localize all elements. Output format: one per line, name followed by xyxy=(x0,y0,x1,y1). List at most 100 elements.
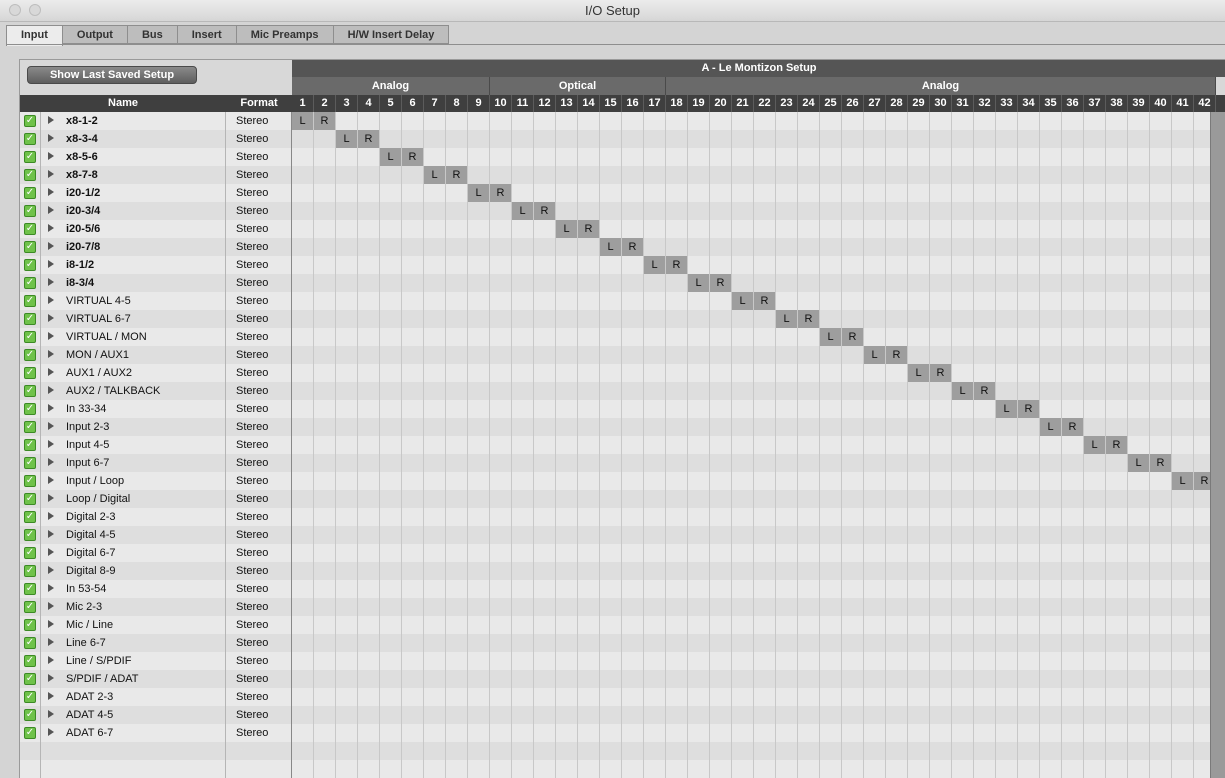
grid-cell[interactable] xyxy=(798,562,820,580)
grid-cell[interactable] xyxy=(600,490,622,508)
grid-cell[interactable] xyxy=(1172,274,1194,292)
path-format[interactable]: Stereo xyxy=(226,562,292,580)
grid-cell[interactable] xyxy=(578,544,600,562)
grid-cell[interactable] xyxy=(996,616,1018,634)
grid-cell[interactable] xyxy=(908,382,930,400)
grid-cell[interactable] xyxy=(688,220,710,238)
grid-cell[interactable] xyxy=(1128,238,1150,256)
grid-cell[interactable] xyxy=(380,256,402,274)
grid-cell[interactable] xyxy=(666,310,688,328)
grid-cell[interactable] xyxy=(336,706,358,724)
grid-cell[interactable] xyxy=(1062,310,1084,328)
grid-cell[interactable] xyxy=(776,112,798,130)
grid-cell[interactable] xyxy=(1062,454,1084,472)
grid-cell[interactable] xyxy=(446,688,468,706)
grid-cell[interactable] xyxy=(578,328,600,346)
path-name[interactable]: i8-1/2 xyxy=(66,256,94,274)
grid-cell[interactable] xyxy=(1150,400,1172,418)
grid-cell[interactable] xyxy=(798,400,820,418)
grid-cell[interactable] xyxy=(1150,310,1172,328)
grid-cell[interactable] xyxy=(776,400,798,418)
grid-cell[interactable] xyxy=(908,418,930,436)
grid-cell[interactable] xyxy=(1128,652,1150,670)
grid-cell[interactable] xyxy=(512,364,534,382)
grid-cell[interactable] xyxy=(886,418,908,436)
grid-cell[interactable] xyxy=(424,346,446,364)
grid-cell[interactable] xyxy=(732,634,754,652)
grid-cell[interactable] xyxy=(1106,112,1128,130)
path-row[interactable]: ✓ i20-5/6 Stereo L R xyxy=(20,220,1216,238)
grid-cell[interactable] xyxy=(556,436,578,454)
path-active-checkbox[interactable]: ✓ xyxy=(24,493,36,505)
grid-cell[interactable] xyxy=(930,184,952,202)
grid-cell[interactable] xyxy=(292,454,314,472)
grid-cell[interactable] xyxy=(1106,634,1128,652)
grid-cell[interactable] xyxy=(1128,724,1150,742)
grid-cell[interactable] xyxy=(974,112,996,130)
grid-cell[interactable] xyxy=(534,526,556,544)
grid-cell[interactable] xyxy=(842,166,864,184)
grid-cell[interactable] xyxy=(1128,616,1150,634)
grid-cell[interactable] xyxy=(930,274,952,292)
channel-assignment-right[interactable]: R xyxy=(402,148,424,166)
grid-cell[interactable] xyxy=(732,418,754,436)
grid-cell[interactable] xyxy=(1128,562,1150,580)
grid-cell[interactable] xyxy=(534,292,556,310)
grid-cell[interactable] xyxy=(644,382,666,400)
path-format[interactable]: Stereo xyxy=(226,346,292,364)
grid-cell[interactable] xyxy=(534,220,556,238)
grid-cell[interactable] xyxy=(710,346,732,364)
grid-cell[interactable] xyxy=(490,472,512,490)
grid-cell[interactable] xyxy=(512,238,534,256)
channel-assignment-left[interactable]: L xyxy=(820,328,842,346)
grid-cell[interactable] xyxy=(732,652,754,670)
grid-cell[interactable] xyxy=(622,382,644,400)
channel-assignment-right[interactable]: R xyxy=(666,256,688,274)
channel-assignment-right[interactable]: R xyxy=(1150,454,1172,472)
grid-cell[interactable] xyxy=(842,544,864,562)
grid-cell[interactable] xyxy=(468,400,490,418)
path-active-checkbox[interactable]: ✓ xyxy=(24,601,36,613)
grid-cell[interactable] xyxy=(622,130,644,148)
grid-cell[interactable] xyxy=(908,652,930,670)
grid-cell[interactable] xyxy=(1106,256,1128,274)
grid-cell[interactable] xyxy=(886,220,908,238)
grid-cell[interactable] xyxy=(314,526,336,544)
disclosure-triangle-icon[interactable] xyxy=(48,602,54,610)
grid-cell[interactable] xyxy=(776,652,798,670)
grid-cell[interactable] xyxy=(908,598,930,616)
grid-cell[interactable] xyxy=(1106,130,1128,148)
grid-cell[interactable] xyxy=(468,526,490,544)
grid-cell[interactable] xyxy=(798,706,820,724)
grid-cell[interactable] xyxy=(1084,616,1106,634)
grid-cell[interactable] xyxy=(688,328,710,346)
grid-cell[interactable] xyxy=(622,580,644,598)
grid-cell[interactable] xyxy=(864,634,886,652)
grid-cell[interactable] xyxy=(292,184,314,202)
grid-cell[interactable] xyxy=(424,256,446,274)
grid-cell[interactable] xyxy=(336,616,358,634)
format-column-header[interactable]: Format xyxy=(226,95,292,112)
grid-cell[interactable] xyxy=(1150,436,1172,454)
grid-cell[interactable] xyxy=(842,292,864,310)
grid-cell[interactable] xyxy=(556,256,578,274)
grid-cell[interactable] xyxy=(952,292,974,310)
disclosure-triangle-icon[interactable] xyxy=(48,152,54,160)
grid-cell[interactable] xyxy=(600,292,622,310)
grid-cell[interactable] xyxy=(886,652,908,670)
grid-cell[interactable] xyxy=(314,256,336,274)
grid-cell[interactable] xyxy=(710,670,732,688)
grid-cell[interactable] xyxy=(776,724,798,742)
grid-cell[interactable] xyxy=(1040,544,1062,562)
grid-cell[interactable] xyxy=(622,202,644,220)
grid-cell[interactable] xyxy=(710,112,732,130)
grid-cell[interactable] xyxy=(688,598,710,616)
grid-cell[interactable] xyxy=(908,580,930,598)
grid-cell[interactable] xyxy=(380,724,402,742)
grid-cell[interactable] xyxy=(754,670,776,688)
path-name[interactable]: MON / AUX1 xyxy=(66,346,129,364)
grid-cell[interactable] xyxy=(512,634,534,652)
grid-cell[interactable] xyxy=(380,580,402,598)
grid-cell[interactable] xyxy=(666,724,688,742)
path-active-checkbox[interactable]: ✓ xyxy=(24,727,36,739)
